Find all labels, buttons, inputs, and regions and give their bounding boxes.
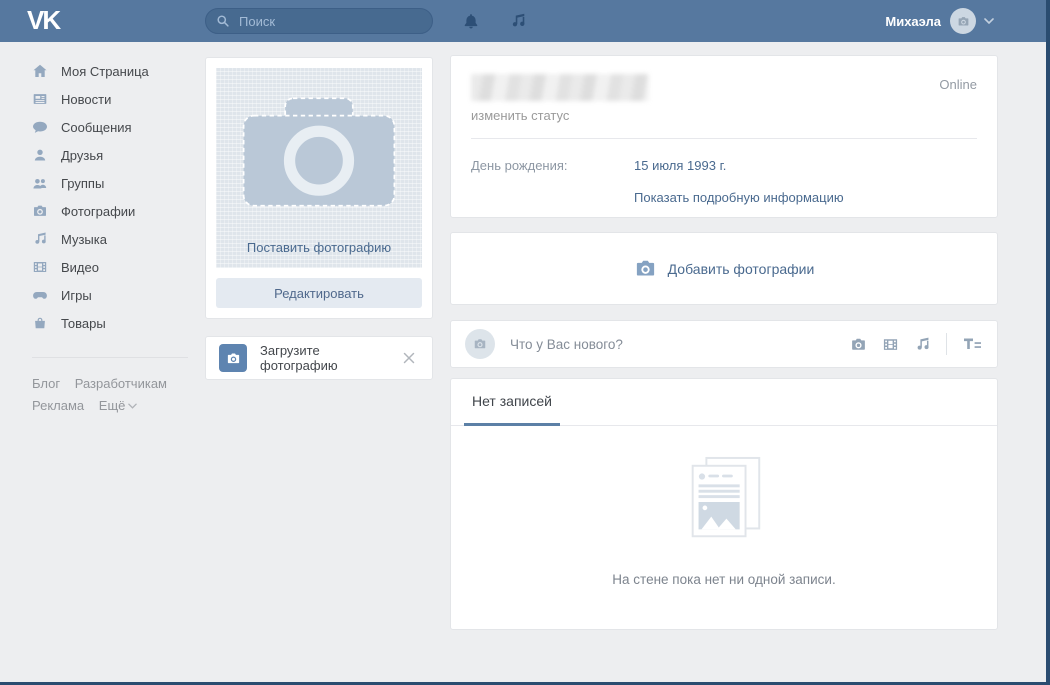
sidebar-item-label: Товары: [61, 315, 106, 331]
set-photo-link[interactable]: Поставить фотографию: [247, 240, 391, 255]
camera-icon: [227, 352, 239, 363]
home-icon: [32, 63, 48, 79]
upload-photo-card: Загрузите фотографию: [205, 336, 433, 380]
camera-icon: [474, 339, 486, 349]
sidebar-item-video[interactable]: Видео: [20, 253, 200, 281]
composer-input[interactable]: [508, 335, 835, 353]
add-photos-label: Добавить фотографии: [667, 260, 815, 277]
profile-photo-column: Поставить фотографию Редактировать Загру…: [205, 57, 433, 380]
vk-logo[interactable]: VK: [27, 5, 61, 36]
wall-empty-state: На стене пока нет ни одной записи.: [451, 426, 997, 587]
sidebar-item-goods[interactable]: Товары: [20, 309, 200, 337]
camera-icon: [634, 257, 657, 280]
sidebar-item-label: Фотографии: [61, 203, 136, 219]
birthday-value-link[interactable]: 15 июля 1993 г.: [634, 158, 726, 173]
sidebar-item-label: Видео: [61, 259, 99, 275]
search-box[interactable]: [205, 8, 433, 34]
chevron-down-icon: [984, 18, 994, 24]
groups-icon: [32, 175, 48, 191]
chevron-down-icon: [128, 403, 138, 409]
camera-placeholder-icon: [242, 97, 396, 207]
attach-video-icon[interactable]: [882, 336, 899, 353]
tab-no-posts[interactable]: Нет записей: [464, 379, 560, 426]
left-sidebar: Моя Страница Новости Сообщения Друзья Гр…: [20, 42, 200, 417]
sidebar-item-label: Группы: [61, 175, 105, 191]
messages-icon: [32, 119, 48, 135]
profile-info-card: Online изменить статус День рождения: 15…: [450, 55, 998, 218]
music-icon[interactable]: [509, 12, 527, 30]
sidebar-item-label: Новости: [61, 91, 112, 107]
sidebar-item-friends[interactable]: Друзья: [20, 141, 200, 169]
sidebar-footer: Блог Разработчикам Реклама Ещё: [20, 358, 200, 417]
composer-attachments: [835, 333, 983, 355]
sidebar-item-my-page[interactable]: Моя Страница: [20, 57, 200, 85]
sidebar-item-music[interactable]: Музыка: [20, 225, 200, 253]
upload-photo-label: Загрузите фотографию: [260, 343, 338, 373]
show-details-link[interactable]: Показать подробную информацию: [634, 190, 977, 205]
sidebar-item-groups[interactable]: Группы: [20, 169, 200, 197]
sidebar-item-label: Моя Страница: [61, 63, 149, 79]
profile-divider: [471, 138, 977, 139]
composer-divider: [946, 333, 947, 355]
sidebar-item-label: Музыка: [61, 231, 107, 247]
birthday-label: День рождения:: [471, 158, 568, 173]
bell-icon[interactable]: [462, 12, 480, 30]
photos-icon: [32, 203, 48, 219]
sidebar-item-news[interactable]: Новости: [20, 85, 200, 113]
text-format-icon[interactable]: [962, 336, 983, 352]
sidebar-item-label: Игры: [61, 287, 92, 303]
profile-photo-card: Поставить фотографию Редактировать: [205, 57, 433, 319]
search-input[interactable]: [237, 12, 422, 30]
user-menu[interactable]: Михаэла: [885, 0, 994, 42]
change-status-link[interactable]: изменить статус: [471, 108, 977, 123]
profile-main-column: Online изменить статус День рождения: 15…: [450, 55, 998, 630]
news-icon: [32, 91, 48, 107]
window-right-edge: [1046, 0, 1050, 685]
close-icon[interactable]: [399, 348, 419, 368]
friends-icon: [32, 147, 48, 163]
goods-icon: [32, 315, 48, 331]
sidebar-item-messages[interactable]: Сообщения: [20, 113, 200, 141]
sidebar-item-label: Сообщения: [61, 119, 132, 135]
footer-link-more[interactable]: Ещё: [99, 398, 138, 413]
footer-link-blog[interactable]: Блог: [32, 376, 60, 391]
wall-card: Нет записей На стене пока нет ни одной з…: [450, 378, 998, 630]
search-icon: [216, 14, 237, 28]
sidebar-item-photos[interactable]: Фотографии: [20, 197, 200, 225]
composer-avatar: [465, 329, 495, 359]
birthday-row: День рождения: 15 июля 1993 г.: [471, 158, 977, 173]
user-avatar[interactable]: [950, 8, 976, 34]
games-icon: [32, 287, 48, 303]
sidebar-item-label: Друзья: [61, 147, 104, 163]
profile-photo-placeholder[interactable]: Поставить фотографию: [216, 68, 422, 268]
footer-link-developers[interactable]: Разработчикам: [75, 376, 167, 391]
online-status: Online: [939, 77, 977, 92]
music-note-icon: [32, 231, 48, 247]
footer-link-ads[interactable]: Реклама: [32, 398, 84, 413]
profile-name-redacted: [471, 74, 649, 101]
video-icon: [32, 259, 48, 275]
empty-wall-message: На стене пока нет ни одной записи.: [612, 572, 836, 587]
wall-tabs: Нет записей: [451, 379, 997, 426]
attach-music-icon[interactable]: [914, 336, 931, 353]
add-photos-card[interactable]: Добавить фотографии: [450, 232, 998, 305]
upload-photo-button[interactable]: [219, 344, 247, 372]
attach-photo-icon[interactable]: [850, 336, 867, 353]
user-name: Михаэла: [885, 13, 941, 29]
camera-icon: [958, 16, 968, 25]
sidebar-item-games[interactable]: Игры: [20, 281, 200, 309]
post-composer: [450, 320, 998, 368]
edit-button[interactable]: Редактировать: [216, 278, 422, 308]
top-header: VK Михаэла: [0, 0, 1050, 42]
empty-wall-icon: [691, 456, 761, 538]
